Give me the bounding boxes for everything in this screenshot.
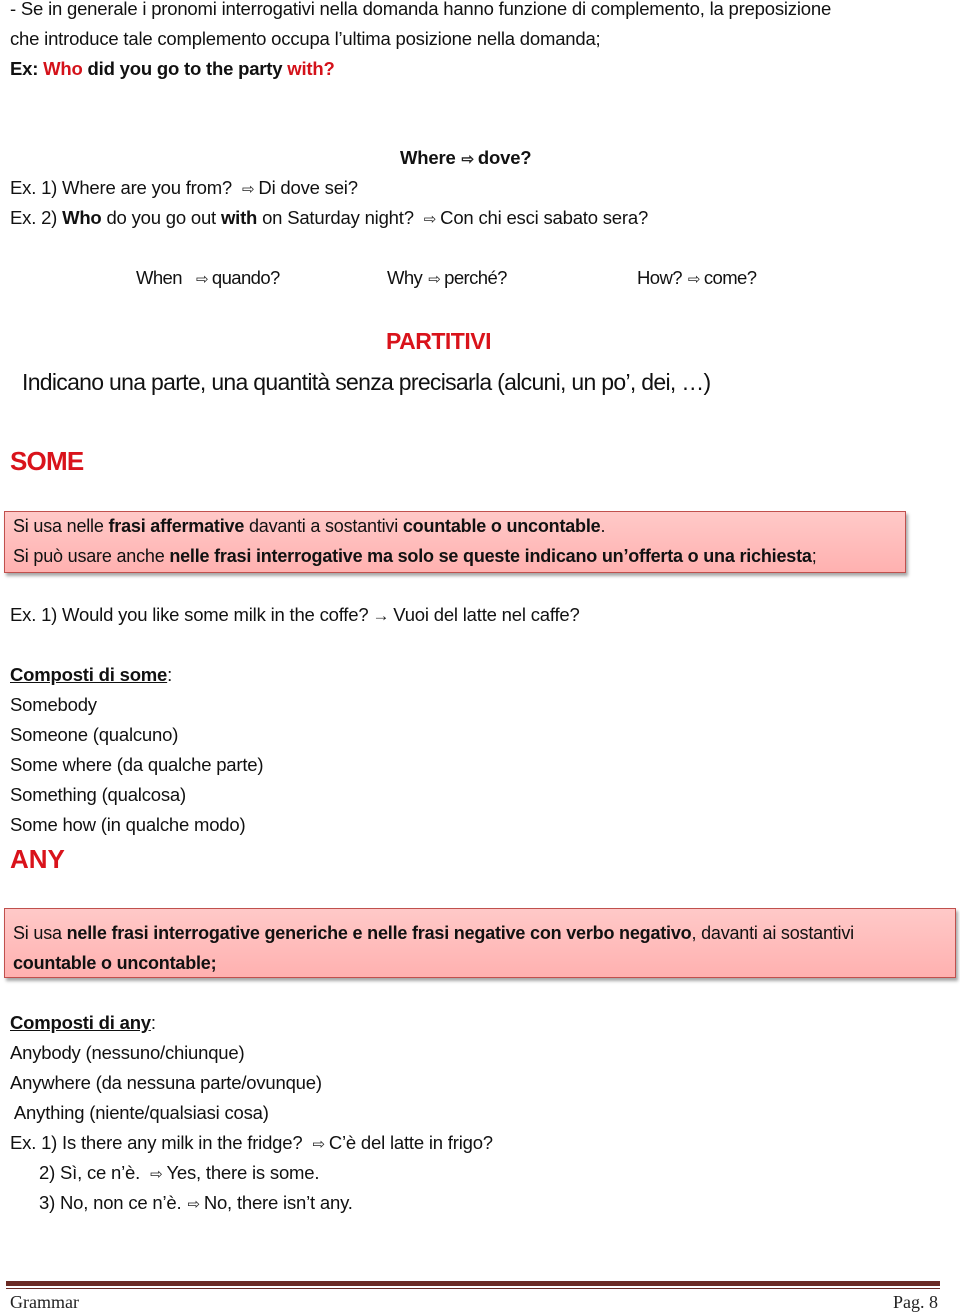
example-who: Who: [43, 58, 83, 79]
example-where-2: Ex. 2) Who do you go out with on Saturda…: [10, 207, 648, 231]
footer-title: Grammar: [10, 1292, 79, 1312]
where-en: Where: [400, 147, 456, 168]
text: Si usa: [13, 923, 67, 943]
hollow-arrow-icon: ⇨: [150, 1166, 163, 1183]
example-text: do you go out: [101, 207, 221, 228]
text-bold: nelle frasi interrogative generiche e ne…: [66, 923, 692, 943]
where-it: dove?: [477, 147, 532, 168]
some-compounds-title: Composti di some:: [10, 664, 172, 686]
qw-en: Why: [387, 267, 423, 288]
qw-it: come?: [703, 267, 757, 288]
example-with: with?: [287, 58, 335, 79]
list-item: Something (qualcosa): [10, 784, 186, 805]
some-usage-box: Si usa nelle frasi affermative davanti a…: [4, 511, 906, 573]
example-translation: No, there isn’t any.: [203, 1192, 353, 1213]
hollow-arrow-icon: ⇨: [461, 151, 475, 168]
footer-divider-thin: [6, 1288, 940, 1289]
question-when: When ⇨ quando?: [136, 267, 280, 291]
footer-divider: [6, 1281, 940, 1286]
question-how: How? ⇨ come?: [637, 267, 757, 291]
example-translation: Di dove sei?: [258, 177, 358, 198]
list-item: Some where (da qualche parte): [10, 754, 264, 775]
example-translation: Vuoi del latte nel caffe?: [393, 604, 580, 625]
page-number: Pag. 8: [893, 1292, 938, 1312]
solid-arrow-icon: →: [372, 606, 390, 625]
example-translation: Con chi esci sabato sera?: [440, 207, 649, 228]
example-text: Ex. 1) Would you like some milk in the c…: [10, 604, 369, 625]
any-example-1: Ex. 1) Is there any milk in the fridge? ⇨…: [10, 1132, 493, 1156]
partitivi-description: Indicano una parte, una quantità senza p…: [22, 369, 711, 395]
intro-line-1: - Se in generale i pronomi interrogativi…: [10, 0, 832, 19]
text: , davanti ai sostantivi: [691, 923, 854, 943]
example-text: 3) No, non ce n’è.: [39, 1192, 182, 1213]
intro-line-2: che introduce tale complemento occupa l’…: [10, 28, 601, 49]
example-text: Ex. 2): [10, 207, 63, 228]
any-compounds-title: Composti di any:: [10, 1012, 156, 1034]
text-bold: nelle frasi interrogative ma solo se que…: [169, 546, 812, 566]
any-usage-line-1: Si usa nelle frasi interrogative generic…: [13, 922, 854, 944]
question-why: Why ⇨ perché?: [387, 267, 507, 291]
example-text: Ex. 1) Where are you from?: [10, 177, 233, 198]
some-usage-line-1: Si usa nelle frasi affermative davanti a…: [13, 515, 605, 537]
hollow-arrow-icon: ⇨: [242, 181, 255, 198]
hollow-arrow-icon: ⇨: [687, 271, 701, 288]
qw-it: quando?: [211, 267, 280, 288]
example-text: on Saturday night?: [257, 207, 414, 228]
some-example: Ex. 1) Would you like some milk in the c…: [10, 604, 580, 627]
example-text: 2) Sì, ce n’è.: [39, 1162, 141, 1183]
hollow-arrow-icon: ⇨: [312, 1136, 325, 1153]
compounds-title-text: Composti di any: [10, 1012, 151, 1033]
example-prefix: Ex:: [10, 58, 44, 79]
any-example-2: 2) Sì, ce n’è. ⇨ Yes, there is some.: [39, 1162, 319, 1186]
list-item: Somebody: [10, 694, 97, 715]
colon: :: [150, 1012, 156, 1033]
example-who: Who: [62, 207, 102, 228]
example-with: with: [220, 207, 258, 228]
any-heading: ANY: [10, 844, 65, 874]
intro-example: Ex: Who did you go to the party with?: [10, 58, 335, 80]
list-item: Anything (niente/qualsiasi cosa): [10, 1102, 269, 1123]
compounds-title-text: Composti di some: [10, 664, 168, 685]
hollow-arrow-icon: ⇨: [187, 1196, 200, 1213]
hollow-arrow-icon: ⇨: [428, 271, 441, 288]
example-where-1: Ex. 1) Where are you from? ⇨ Di dove sei?: [10, 177, 358, 201]
colon: :: [167, 664, 173, 685]
qw-it: perché?: [444, 267, 507, 288]
list-item: Anybody (nessuno/chiunque): [10, 1042, 245, 1063]
partitivi-title: PARTITIVI: [386, 328, 491, 354]
list-item: Someone (qualcuno): [10, 724, 179, 745]
text-bold: countable o uncontable: [402, 516, 601, 536]
any-usage-box: Si usa nelle frasi interrogative generic…: [4, 908, 956, 978]
some-usage-line-2: Si può usare anche nelle frasi interroga…: [13, 545, 817, 567]
text: Si usa nelle: [13, 516, 109, 536]
any-example-3: 3) No, non ce n’è. ⇨ No, there isn’t any.: [39, 1192, 353, 1216]
list-item: Some how (in qualche modo): [10, 814, 246, 835]
example-text: Ex. 1) Is there any milk in the fridge?: [10, 1132, 303, 1153]
text: ;: [811, 546, 817, 566]
text-bold: frasi affermative: [108, 516, 245, 536]
text: Si può usare anche: [13, 546, 170, 566]
qw-en: How?: [637, 267, 683, 288]
where-row: Where ⇨ dove?: [400, 147, 532, 171]
any-usage-line-2: countable o uncontable;: [13, 953, 217, 973]
list-item: Anywhere (da nessuna parte/ovunque): [10, 1072, 322, 1093]
some-heading: SOME: [10, 446, 84, 476]
example-translation: C’è del latte in frigo?: [328, 1132, 493, 1153]
hollow-arrow-icon: ⇨: [423, 211, 437, 228]
hollow-arrow-icon: ⇨: [195, 271, 209, 288]
text: .: [600, 516, 606, 536]
qw-en: When: [136, 267, 183, 288]
example-mid: did you go to the party: [82, 58, 288, 79]
example-translation: Yes, there is some.: [166, 1162, 320, 1183]
text: davanti a sostantivi: [244, 516, 403, 536]
